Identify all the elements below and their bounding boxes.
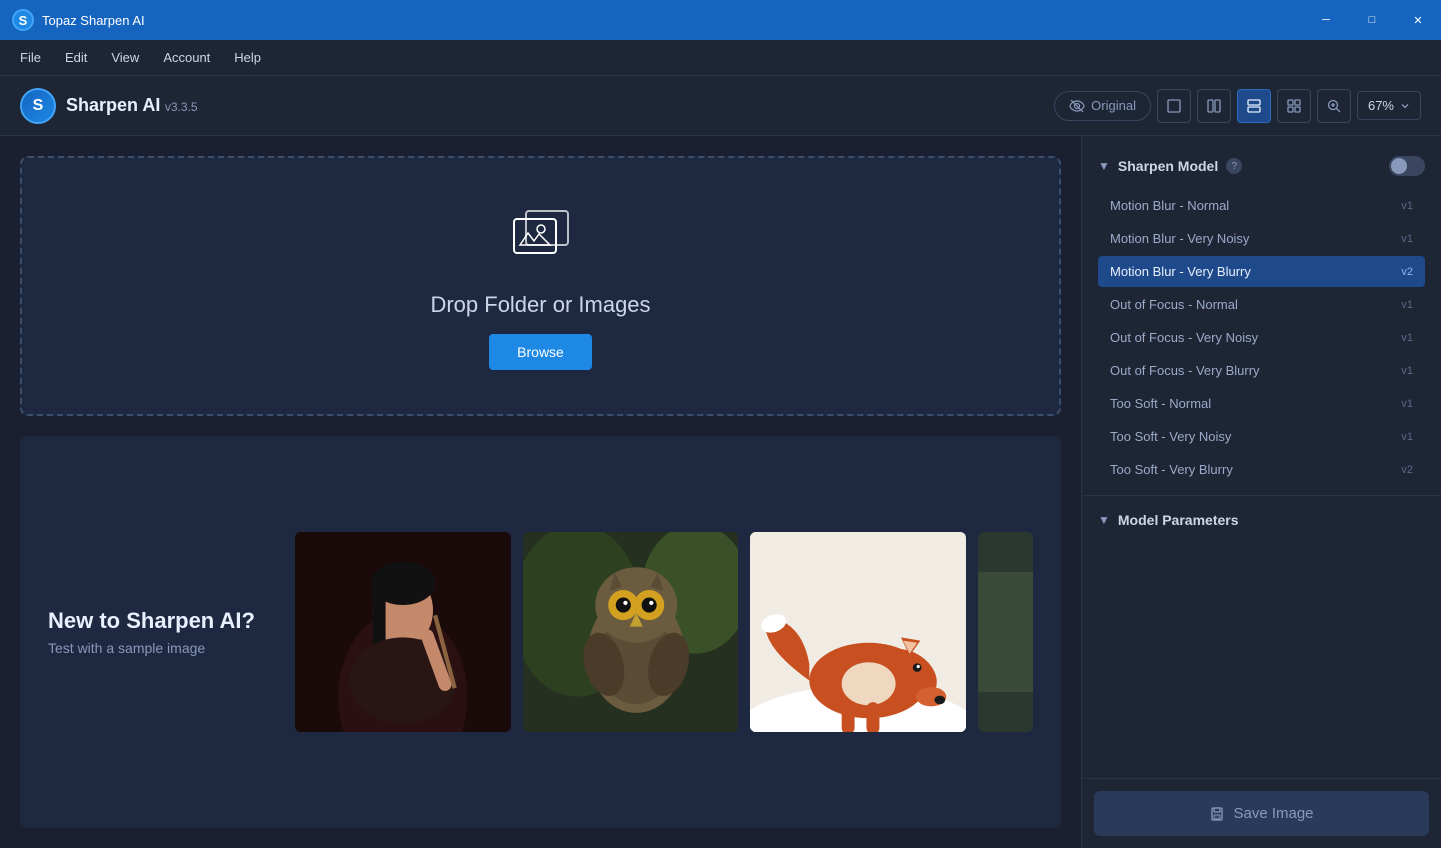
- model-version: v1: [1401, 365, 1413, 377]
- model-item[interactable]: Out of Focus - Very Blurry v1: [1098, 355, 1425, 386]
- model-name: Motion Blur - Very Noisy: [1110, 231, 1395, 246]
- sample-heading: New to Sharpen AI?: [48, 608, 255, 634]
- sample-image-woman[interactable]: [295, 532, 511, 732]
- model-item[interactable]: Out of Focus - Normal v1: [1098, 289, 1425, 320]
- save-icon: [1209, 806, 1225, 822]
- save-image-button[interactable]: Save Image: [1094, 791, 1429, 836]
- model-name: Motion Blur - Very Blurry: [1110, 264, 1395, 279]
- section-chevron-icon: ▼: [1098, 159, 1110, 173]
- app-icon: S: [12, 9, 34, 31]
- model-name: Too Soft - Very Blurry: [1110, 462, 1395, 477]
- model-name: Out of Focus - Very Noisy: [1110, 330, 1395, 345]
- model-list: Motion Blur - Normal v1 Motion Blur - Ve…: [1098, 190, 1425, 485]
- brand-icon: S: [20, 88, 56, 124]
- close-button[interactable]: ✕: [1395, 0, 1441, 40]
- window-controls: ─ □ ✕: [1303, 0, 1441, 40]
- view-split-h-button[interactable]: [1237, 89, 1271, 123]
- drop-images-icon: [506, 203, 576, 276]
- zoom-icon: [1326, 98, 1342, 114]
- sample-image-owl[interactable]: [523, 532, 739, 732]
- model-item[interactable]: Too Soft - Very Blurry v2: [1098, 454, 1425, 485]
- menu-edit[interactable]: Edit: [53, 46, 99, 69]
- section-title: Sharpen Model: [1118, 158, 1218, 174]
- model-version: v2: [1401, 266, 1413, 278]
- save-button-container: Save Image: [1082, 778, 1441, 848]
- zoom-search-button[interactable]: [1317, 89, 1351, 123]
- sample-image-fox[interactable]: [750, 532, 966, 732]
- section-header: ▼ Sharpen Model ?: [1098, 156, 1425, 176]
- content-area: Drop Folder or Images Browse New to Shar…: [0, 136, 1081, 848]
- eye-icon: [1069, 98, 1085, 114]
- model-item[interactable]: Too Soft - Very Noisy v1: [1098, 421, 1425, 452]
- browse-button[interactable]: Browse: [489, 334, 592, 370]
- model-version: v1: [1401, 332, 1413, 344]
- model-name: Too Soft - Very Noisy: [1110, 429, 1395, 444]
- model-name: Too Soft - Normal: [1110, 396, 1395, 411]
- menu-file[interactable]: File: [8, 46, 53, 69]
- sample-subtext: Test with a sample image: [48, 640, 255, 656]
- single-view-icon: [1166, 98, 1182, 114]
- model-item[interactable]: Motion Blur - Very Blurry v2: [1098, 256, 1425, 287]
- model-version: v1: [1401, 299, 1413, 311]
- toolbar: S Sharpen AI v3.3.5 Original: [0, 76, 1441, 136]
- maximize-button[interactable]: □: [1349, 0, 1395, 40]
- model-version: v1: [1401, 200, 1413, 212]
- title-bar: S Topaz Sharpen AI ─ □ ✕: [0, 0, 1441, 40]
- model-name: Out of Focus - Very Blurry: [1110, 363, 1395, 378]
- sample-text: New to Sharpen AI? Test with a sample im…: [48, 608, 255, 656]
- chevron-down-icon: [1400, 101, 1410, 111]
- drop-zone[interactable]: Drop Folder or Images Browse: [20, 156, 1061, 416]
- model-parameters-section: ▼ Model Parameters: [1082, 495, 1441, 558]
- model-name: Motion Blur - Normal: [1110, 198, 1395, 213]
- menu-view[interactable]: View: [99, 46, 151, 69]
- params-header: ▼ Model Parameters: [1098, 512, 1425, 528]
- sidebar: ▼ Sharpen Model ? Motion Blur - Normal v…: [1081, 136, 1441, 848]
- toggle-switch[interactable]: [1389, 156, 1425, 176]
- split-v-icon: [1206, 98, 1222, 114]
- model-version: v1: [1401, 398, 1413, 410]
- params-title: Model Parameters: [1118, 512, 1239, 528]
- brand-name: Sharpen AI: [66, 95, 160, 115]
- model-item[interactable]: Motion Blur - Normal v1: [1098, 190, 1425, 221]
- view-split-v-button[interactable]: [1197, 89, 1231, 123]
- menu-help[interactable]: Help: [222, 46, 273, 69]
- sample-image-partial[interactable]: [978, 532, 1033, 732]
- grid-icon: [1286, 98, 1302, 114]
- split-h-icon: [1246, 98, 1262, 114]
- params-chevron-icon: ▼: [1098, 513, 1110, 527]
- model-item[interactable]: Out of Focus - Very Noisy v1: [1098, 322, 1425, 353]
- view-grid-button[interactable]: [1277, 89, 1311, 123]
- model-name: Out of Focus - Normal: [1110, 297, 1395, 312]
- brand-logo: S Sharpen AI v3.3.5: [20, 88, 198, 124]
- sample-images: [295, 532, 1033, 732]
- drop-zone-text: Drop Folder or Images: [430, 292, 650, 318]
- brand-text: Sharpen AI v3.3.5: [66, 95, 198, 116]
- zoom-level-text: 67%: [1368, 98, 1394, 113]
- model-version: v1: [1401, 233, 1413, 245]
- model-item[interactable]: Too Soft - Normal v1: [1098, 388, 1425, 419]
- main-layout: Drop Folder or Images Browse New to Shar…: [0, 136, 1441, 848]
- brand-version: v3.3.5: [165, 100, 198, 114]
- menu-account[interactable]: Account: [151, 46, 222, 69]
- model-version: v2: [1401, 464, 1413, 476]
- minimize-button[interactable]: ─: [1303, 0, 1349, 40]
- app-title: Topaz Sharpen AI: [42, 13, 145, 28]
- zoom-level-button[interactable]: 67%: [1357, 91, 1421, 120]
- sample-section: New to Sharpen AI? Test with a sample im…: [20, 436, 1061, 828]
- help-icon[interactable]: ?: [1226, 158, 1242, 174]
- model-item[interactable]: Motion Blur - Very Noisy v1: [1098, 223, 1425, 254]
- original-button[interactable]: Original: [1054, 91, 1151, 121]
- menu-bar: File Edit View Account Help: [0, 40, 1441, 76]
- toolbar-controls: Original: [1054, 89, 1421, 123]
- model-version: v1: [1401, 431, 1413, 443]
- section-toggle: [1389, 156, 1425, 176]
- sharpen-model-section: ▼ Sharpen Model ? Motion Blur - Normal v…: [1082, 136, 1441, 495]
- original-label: Original: [1091, 98, 1136, 113]
- save-button-label: Save Image: [1233, 805, 1313, 822]
- view-single-button[interactable]: [1157, 89, 1191, 123]
